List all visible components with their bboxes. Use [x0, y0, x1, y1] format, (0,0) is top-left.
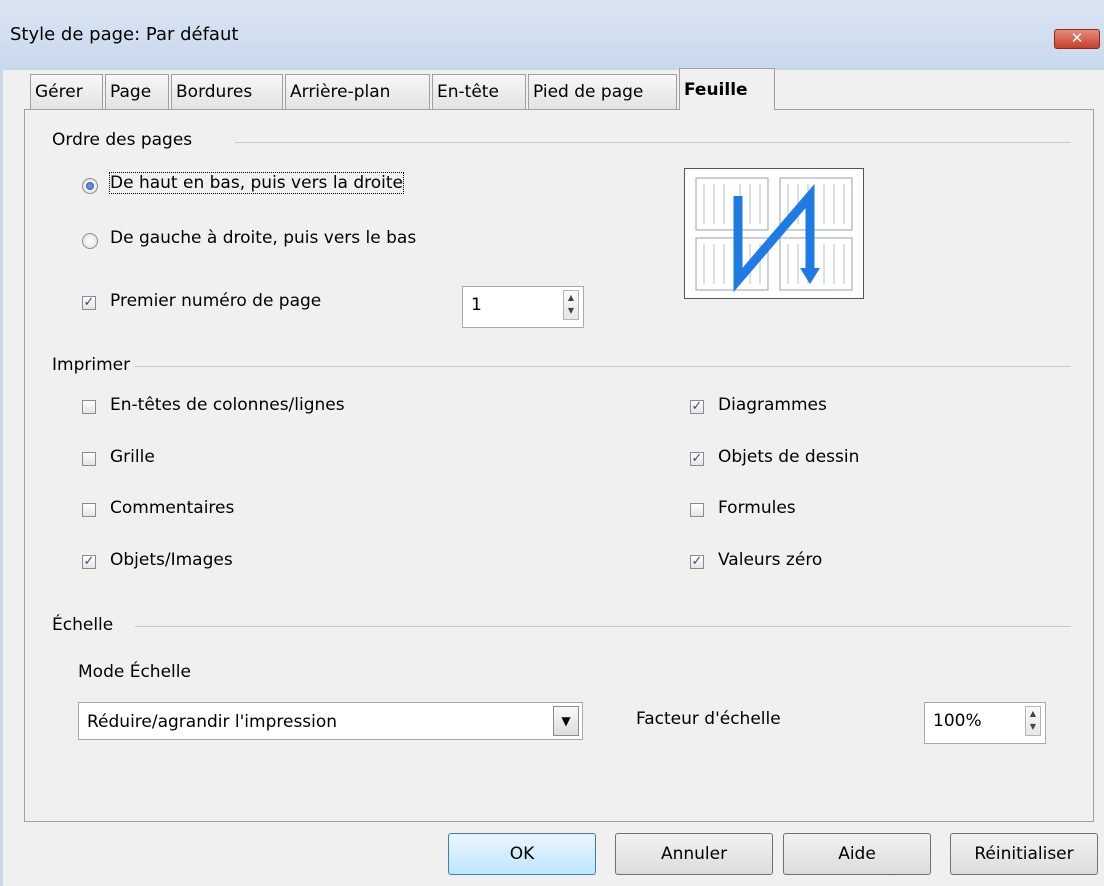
- scale-factor-label: Facteur d'échelle: [636, 709, 781, 729]
- zero-values-label[interactable]: Valeurs zéro: [718, 550, 822, 570]
- checkbox-drawing-objects[interactable]: ✓: [690, 452, 704, 466]
- window-title: Style de page: Par défaut: [10, 24, 239, 45]
- page-order-heading: Ordre des pages: [52, 130, 193, 150]
- drawing-objects-label[interactable]: Objets de dessin: [718, 447, 859, 467]
- divider: [235, 142, 1071, 143]
- first-page-number-label[interactable]: Premier numéro de page: [110, 291, 321, 311]
- spin-arrows-icon[interactable]: ▲ ▼: [1025, 706, 1041, 736]
- tab-feuille[interactable]: Feuille: [679, 68, 775, 110]
- tab-bordures[interactable]: Bordures: [171, 74, 283, 109]
- reset-button[interactable]: Réinitialiser: [950, 833, 1098, 875]
- scale-mode-value: Réduire/agrandir l'impression: [87, 712, 338, 732]
- checkbox-first-page-number[interactable]: ✓: [82, 296, 96, 310]
- first-page-number-spinner[interactable]: 1 ▲ ▼: [462, 286, 584, 328]
- checkbox-column-row-headers[interactable]: [82, 400, 96, 414]
- checkbox-grid[interactable]: [82, 452, 96, 466]
- tab-page[interactable]: Page: [105, 74, 169, 109]
- objects-images-label[interactable]: Objets/Images: [110, 550, 233, 570]
- scale-factor-spinner[interactable]: 100% ▲ ▼: [924, 702, 1046, 744]
- scale-mode-select[interactable]: Réduire/agrandir l'impression ▼: [78, 702, 583, 740]
- chevron-down-icon[interactable]: ▼: [553, 706, 579, 736]
- formulas-label[interactable]: Formules: [718, 498, 796, 518]
- charts-label[interactable]: Diagrammes: [718, 395, 827, 415]
- column-row-headers-label[interactable]: En-têtes de colonnes/lignes: [110, 395, 345, 415]
- radio-top-to-bottom[interactable]: [82, 178, 98, 194]
- scale-mode-label: Mode Échelle: [78, 662, 191, 682]
- print-heading: Imprimer: [52, 355, 131, 375]
- tab-pied-de-page[interactable]: Pied de page: [528, 74, 677, 109]
- page-order-preview: [684, 168, 864, 299]
- scale-heading: Échelle: [52, 615, 114, 635]
- title-bar: Style de page: Par défaut ✕: [0, 0, 1104, 70]
- scale-factor-value: 100%: [933, 711, 982, 731]
- ok-button[interactable]: OK: [448, 833, 596, 875]
- close-icon[interactable]: ✕: [1054, 29, 1100, 49]
- checkbox-zero-values[interactable]: ✓: [690, 555, 704, 569]
- divider: [135, 626, 1071, 627]
- radio-top-to-bottom-label[interactable]: De haut en bas, puis vers la droite: [108, 172, 405, 194]
- tab-gerer[interactable]: Gérer: [30, 74, 103, 109]
- checkbox-charts[interactable]: ✓: [690, 400, 704, 414]
- comments-label[interactable]: Commentaires: [110, 498, 234, 518]
- checkbox-formulas[interactable]: [690, 503, 704, 517]
- checkbox-objects-images[interactable]: ✓: [82, 555, 96, 569]
- radio-left-to-right[interactable]: [82, 233, 98, 249]
- help-button[interactable]: Aide: [783, 833, 931, 875]
- first-page-number-value: 1: [471, 295, 482, 315]
- tab-en-tete[interactable]: En-tête: [432, 74, 526, 109]
- spin-arrows-icon[interactable]: ▲ ▼: [563, 290, 579, 320]
- divider: [135, 366, 1071, 367]
- radio-left-to-right-label[interactable]: De gauche à droite, puis vers le bas: [110, 228, 416, 248]
- checkbox-comments[interactable]: [82, 503, 96, 517]
- tab-arriere-plan[interactable]: Arrière-plan: [285, 74, 430, 109]
- grid-label[interactable]: Grille: [110, 447, 155, 467]
- cancel-button[interactable]: Annuler: [615, 833, 773, 875]
